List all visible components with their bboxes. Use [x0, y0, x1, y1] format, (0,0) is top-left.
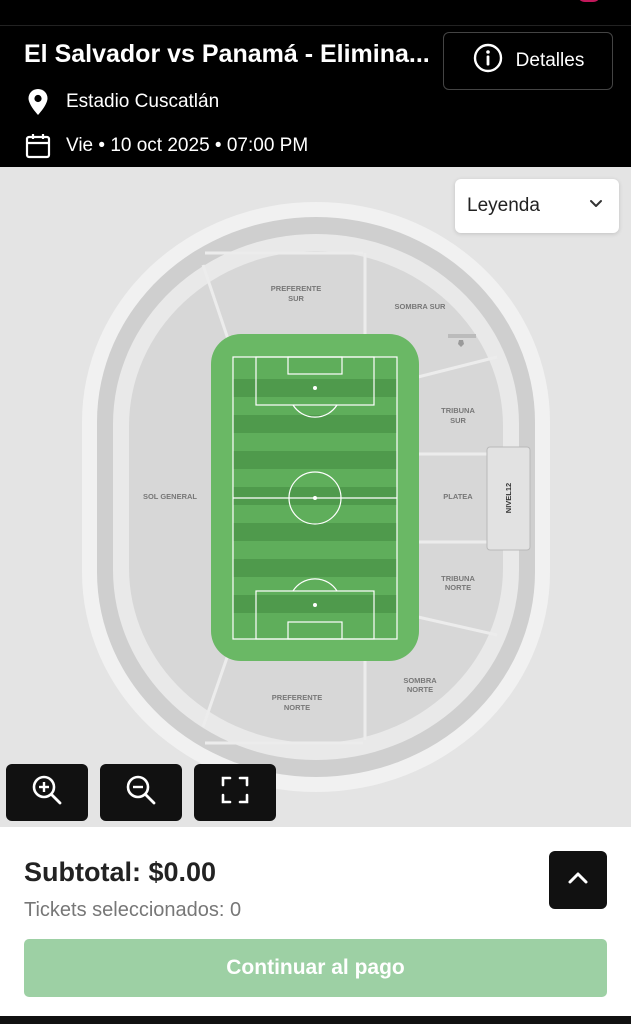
section-preferente-sur[interactable]: [210, 257, 360, 335]
event-header: El Salvador vs Panamá - Elimina... Detal…: [0, 0, 631, 167]
details-button[interactable]: Detalles: [443, 32, 613, 90]
zoom-out-icon: [124, 773, 158, 812]
section-sombra-norte[interactable]: [370, 637, 490, 737]
zoom-in-button[interactable]: [6, 764, 88, 821]
event-title: El Salvador vs Panamá - Elimina...: [24, 40, 430, 68]
chevron-up-icon: [564, 864, 592, 897]
date-row: Vie • 10 oct 2025 • 07:00 PM: [24, 132, 308, 160]
fullscreen-button[interactable]: [194, 764, 276, 821]
details-label: Detalles: [515, 50, 585, 71]
checkout-panel: Subtotal: $0.00 Tickets seleccionados: 0…: [0, 827, 631, 1016]
section-sombra-sur[interactable]: [370, 257, 490, 367]
legend-label: Leyenda: [467, 195, 540, 216]
legend-dropdown[interactable]: Leyenda: [455, 179, 619, 233]
tickets-count: Tickets seleccionados: 0: [24, 899, 242, 921]
info-circle-icon: [472, 42, 504, 80]
nivel12-label: NIVEL12: [504, 483, 513, 513]
stadium-svg[interactable]: NIVEL12 PREFERENTE SUR SOMBRA SUR TRIBUN…: [0, 167, 631, 827]
stadium-map[interactable]: NIVEL12 PREFERENTE SUR SOMBRA SUR TRIBUN…: [0, 167, 631, 827]
calendar-icon: [24, 132, 52, 160]
zoom-out-button[interactable]: [100, 764, 182, 821]
section-preferente-norte[interactable]: [210, 659, 360, 739]
pitch: [232, 356, 398, 640]
section-tribuna-sur[interactable]: [422, 377, 486, 451]
event-date: Vie • 10 oct 2025 • 07:00 PM: [66, 135, 309, 156]
location-pin-icon: [24, 88, 52, 116]
expand-summary-button[interactable]: [549, 851, 607, 909]
section-tribuna-norte[interactable]: [422, 545, 486, 615]
continue-to-payment-button[interactable]: Continuar al pago: [24, 939, 607, 997]
status-indicator: [577, 0, 601, 2]
chevron-down-icon: [587, 194, 605, 218]
system-nav-bar: [0, 1016, 631, 1024]
fullscreen-icon: [219, 774, 251, 811]
venue-row: Estadio Cuscatlán: [24, 88, 219, 116]
subtotal-text: Subtotal: $0.00: [24, 857, 217, 887]
section-sol-general[interactable]: [135, 277, 207, 717]
zoom-in-icon: [30, 773, 64, 812]
venue-name: Estadio Cuscatlán: [66, 91, 220, 112]
status-divider: [0, 25, 631, 26]
section-platea[interactable]: [422, 457, 486, 539]
